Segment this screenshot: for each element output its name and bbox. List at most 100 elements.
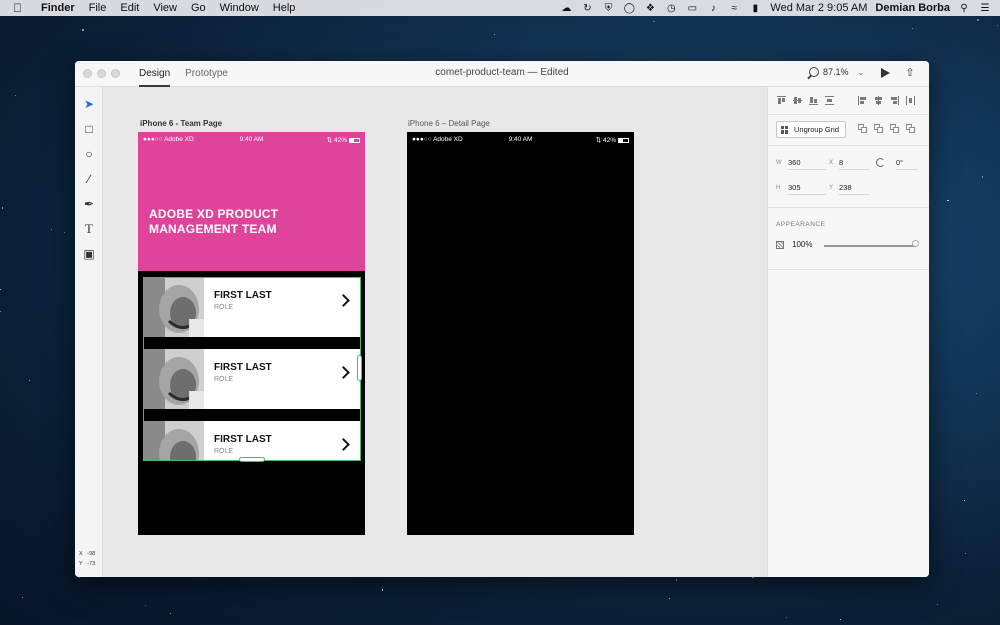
menu-help[interactable]: Help [273, 0, 296, 16]
hero-banner[interactable]: ADOBE XD PRODUCT MANAGEMENT TEAM [138, 132, 365, 271]
chevron-right-icon [337, 294, 350, 307]
distribute-vertical-icon[interactable] [825, 96, 834, 105]
appearance-section-title: APPEARANCE [776, 221, 826, 228]
team-member-card[interactable]: FIRST LAST ROLE [143, 421, 360, 461]
distribute-horizontal-icon[interactable] [906, 96, 915, 105]
align-center-icon[interactable] [874, 96, 883, 105]
menu-window[interactable]: Window [220, 0, 259, 16]
ellipse-tool-icon[interactable]: ○ [80, 145, 98, 163]
spiral-icon[interactable]: ◯ [622, 2, 636, 14]
star [21, 597, 23, 599]
rectangle-tool-icon[interactable]: □ [80, 120, 98, 138]
battery-icon[interactable]: ▮ [748, 2, 762, 14]
sync-icon[interactable]: ↻ [580, 2, 594, 14]
menu-finder[interactable]: Finder [41, 0, 75, 16]
boolean-exclude-icon[interactable] [906, 124, 915, 133]
preview-play-button[interactable] [881, 68, 890, 78]
spotlight-search-icon[interactable]: ⚲ [957, 2, 971, 14]
align-bottom-icon[interactable] [809, 96, 818, 105]
align-right-icon[interactable] [890, 96, 899, 105]
apple-icon[interactable]:  [13, 0, 27, 16]
repeat-grid-handle-horizontal[interactable] [357, 355, 362, 381]
rotate-icon [876, 158, 885, 167]
height-field[interactable]: 305 [788, 183, 826, 195]
dropbox-icon[interactable]: ❖ [643, 2, 657, 14]
artboard-detail-page[interactable]: ●●●○○ Adobe XD 9:40 AM ⇅ 42% [407, 132, 634, 535]
battery-icon [618, 137, 629, 143]
star [79, 577, 81, 579]
pen-tool-icon[interactable]: ✒ [80, 195, 98, 213]
zoom-window-button[interactable] [111, 69, 120, 78]
star [50, 229, 52, 231]
battery-percent: 42% [602, 137, 616, 144]
star [976, 393, 978, 395]
airplay-icon[interactable]: ▭ [685, 2, 699, 14]
zoom-magnifier-icon [809, 67, 819, 77]
artboard-label-team-page[interactable]: iPhone 6 - Team Page [140, 119, 222, 128]
shield-icon[interactable]: ⛨ [601, 2, 615, 14]
star [947, 199, 949, 202]
close-window-button[interactable] [83, 69, 92, 78]
cursor-x-value: -98 [87, 551, 96, 557]
artboard-label-detail-page[interactable]: iPhone 6 – Detail Page [408, 119, 490, 128]
menu-edit[interactable]: Edit [120, 0, 139, 16]
star [996, 24, 998, 26]
artboard-tool-icon[interactable]: ▣ [80, 245, 98, 263]
time-machine-icon[interactable]: ◷ [664, 2, 678, 14]
menubar-clock[interactable]: Wed Mar 2 9:05 AM [770, 0, 867, 16]
member-name: FIRST LAST [214, 434, 272, 445]
rotation-field[interactable]: 0° [896, 158, 918, 170]
star [63, 231, 65, 233]
minimize-window-button[interactable] [97, 69, 106, 78]
star [839, 618, 841, 620]
cursor-y: Y -73 [79, 561, 95, 567]
artboard-team-page[interactable]: ADOBE XD PRODUCT MANAGEMENT TEAM ●●●○○ A… [138, 132, 365, 535]
boolean-subtract-icon[interactable] [874, 124, 883, 133]
wifi-icon[interactable]: ≈ [727, 2, 741, 14]
boolean-add-icon[interactable] [858, 124, 867, 133]
x-field[interactable]: 8 [839, 158, 869, 170]
zoom-control[interactable]: 87.1% ⌄ [809, 67, 864, 77]
star [14, 94, 17, 97]
share-icon[interactable]: ⇧ [904, 67, 916, 80]
tab-design[interactable]: Design [139, 61, 171, 87]
notification-center-icon[interactable]: ☰ [978, 2, 992, 14]
status-battery: ⇅ 42% [596, 136, 629, 144]
menubar-user[interactable]: Demian Borba [875, 0, 950, 16]
align-top-icon[interactable] [777, 96, 786, 105]
y-field[interactable]: 238 [839, 183, 869, 195]
star [669, 598, 671, 600]
menu-view[interactable]: View [153, 0, 177, 16]
menu-file[interactable]: File [89, 0, 107, 16]
team-member-card[interactable]: FIRST LAST ROLE [143, 277, 360, 337]
star [785, 616, 787, 618]
volume-icon[interactable]: ♪ [706, 2, 720, 14]
boolean-intersect-icon[interactable] [890, 124, 899, 133]
bluetooth-icon: ⇅ [326, 137, 333, 144]
line-tool-icon[interactable]: ∕ [80, 170, 98, 188]
opacity-slider-thumb[interactable] [911, 240, 919, 247]
tab-prototype[interactable]: Prototype [185, 61, 228, 87]
text-tool-icon[interactable]: T [80, 220, 98, 238]
star [911, 27, 914, 30]
creative-cloud-icon[interactable]: ☁ [559, 2, 573, 14]
cursor-x: X -98 [79, 551, 95, 557]
star [675, 579, 678, 581]
opacity-field[interactable]: 100% [792, 240, 812, 249]
align-left-icon[interactable] [858, 96, 867, 105]
ungroup-grid-button[interactable]: Ungroup Grid [776, 121, 847, 138]
repeat-grid-handle-vertical[interactable] [239, 457, 265, 462]
team-member-card[interactable]: FIRST LAST ROLE [143, 349, 360, 409]
inspector-divider [768, 207, 929, 208]
star [29, 379, 31, 381]
xd-window: comet-product-team — Edited Design Proto… [75, 61, 929, 577]
design-canvas[interactable]: iPhone 6 - Team Page ADOBE XD PRODUCT MA… [103, 87, 767, 577]
width-field[interactable]: 360 [788, 158, 826, 170]
align-middle-icon[interactable] [793, 96, 802, 105]
opacity-icon [776, 241, 784, 249]
menu-go[interactable]: Go [191, 0, 206, 16]
select-tool-icon[interactable]: ➤ [80, 95, 98, 113]
opacity-slider-track[interactable] [824, 245, 915, 247]
star [170, 613, 172, 615]
chevron-down-icon: ⌄ [857, 67, 865, 77]
